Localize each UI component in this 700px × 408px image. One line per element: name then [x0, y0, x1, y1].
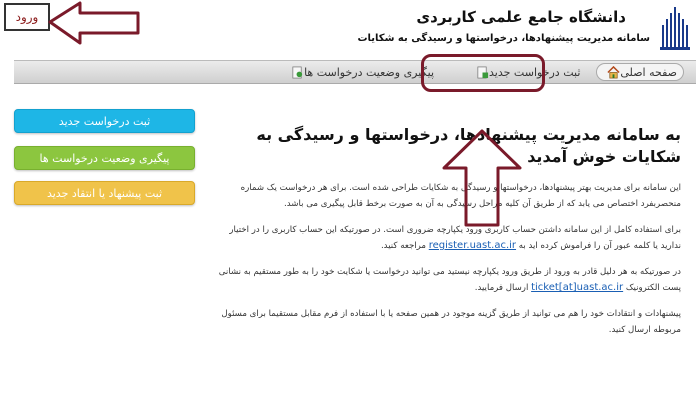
- login-link[interactable]: ورود: [4, 3, 50, 31]
- account-text-after: مراجعه کنید.: [380, 241, 429, 251]
- track-request-button[interactable]: پیگیری وضعیت درخواست ها: [14, 146, 195, 170]
- system-name: سامانه مدیریت پیشنهادها، درخواستها و رسی…: [357, 33, 650, 44]
- document-search-icon: [292, 66, 303, 78]
- email-text-after: ارسال فرمایید.: [474, 283, 532, 293]
- navbar: صفحه اصلی ثبت درخواست جدید پیگیری وضعیت …: [14, 60, 696, 84]
- nav-home-label: صفحه اصلی: [620, 65, 677, 79]
- university-logo-icon: [660, 7, 690, 50]
- university-name: دانشگاه جامع علمی کاربردی: [416, 8, 626, 26]
- submit-request-button[interactable]: ثبت درخواست جدید: [14, 109, 195, 133]
- email-paragraph: در صورتیکه به هر دلیل قادر به ورود از طر…: [218, 264, 681, 296]
- annotation-highlight-circle: [421, 54, 545, 92]
- home-icon: [607, 65, 620, 78]
- nav-home[interactable]: صفحه اصلی: [596, 63, 684, 81]
- register-link[interactable]: register.uast.ac.ir: [429, 240, 516, 251]
- annotation-arrow-up-icon: [442, 129, 522, 227]
- submit-suggestion-button[interactable]: ثبت پیشنهاد یا انتقاد جدید: [14, 181, 195, 205]
- nav-track-request[interactable]: پیگیری وضعیت درخواست ها: [281, 61, 440, 83]
- annotation-arrow-left-icon: [48, 1, 140, 45]
- nav-track-request-label: پیگیری وضعیت درخواست ها: [304, 65, 435, 79]
- ticket-email-link[interactable]: ticket[at]uast.ac.ir: [531, 282, 623, 293]
- header: دانشگاه جامع علمی کاربردی سامانه مدیریت …: [0, 0, 700, 58]
- suggestion-paragraph: پیشنهادات و انتقادات خود را هم می توانید…: [221, 309, 681, 335]
